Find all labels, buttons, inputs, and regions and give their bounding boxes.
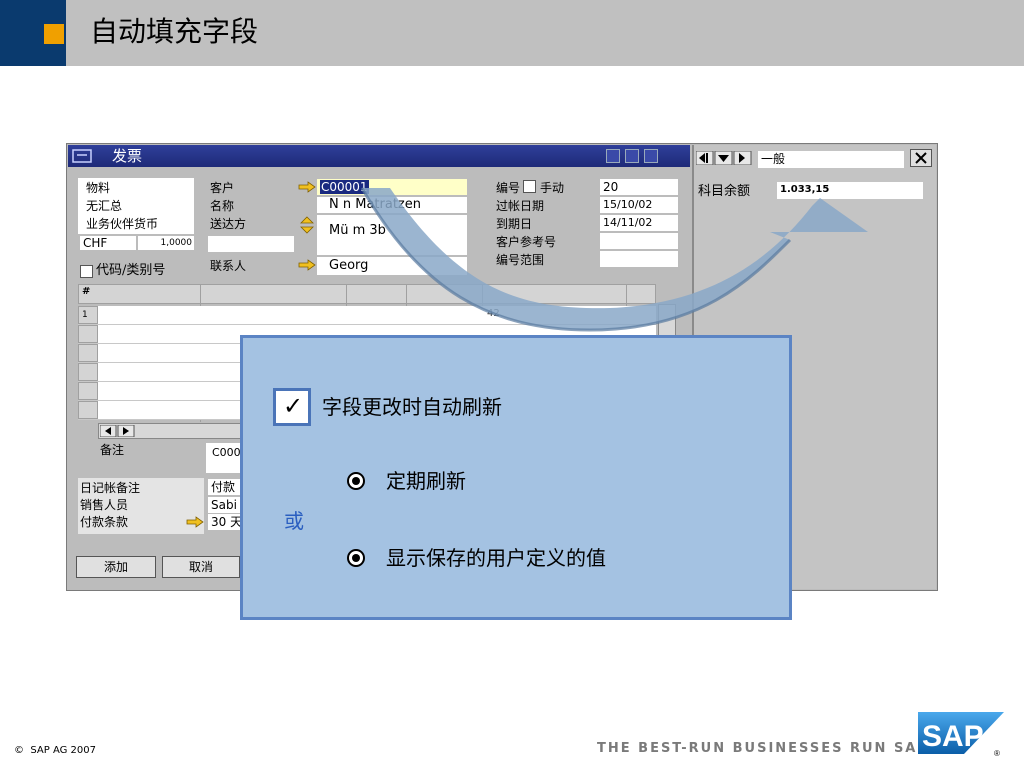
remarks-label: 备注	[100, 443, 125, 457]
exchange-rate-field[interactable]: 1,0000	[138, 236, 194, 250]
scroll-arrows-icon[interactable]	[100, 425, 136, 437]
add-button[interactable]: 添加	[76, 556, 156, 578]
checkmark-icon: ✓	[283, 392, 304, 420]
grid-header-number: #	[82, 286, 91, 297]
code-category-label: 代码/类别号	[96, 263, 166, 278]
contact-label: 联系人	[210, 259, 247, 273]
sap-logo-icon: SAP ®	[918, 712, 1004, 758]
slide-title: 自动填充字段	[90, 15, 259, 48]
row-header[interactable]	[78, 344, 98, 362]
saved-values-radio[interactable]	[347, 549, 365, 567]
periodic-refresh-radio[interactable]	[347, 472, 365, 490]
cancel-button[interactable]: 取消	[162, 556, 240, 578]
nav-arrows-icon[interactable]	[696, 151, 754, 165]
copyright-label: SAP AG 2007	[30, 745, 96, 756]
window-title: 发票	[112, 147, 143, 165]
link-arrow-icon[interactable]	[298, 181, 316, 193]
curved-arrow-icon	[360, 187, 868, 332]
close-button[interactable]	[644, 149, 658, 163]
window-titlebar	[68, 145, 690, 167]
journal-remark-label: 日记帐备注	[80, 481, 141, 495]
minimize-button[interactable]	[606, 149, 620, 163]
ship-to-selector-icon[interactable]	[299, 216, 315, 234]
info-item-material[interactable]: 物料	[86, 180, 110, 196]
ship-to-code-field[interactable]	[208, 236, 294, 252]
name-label: 名称	[210, 199, 235, 213]
or-label: 或	[284, 509, 304, 533]
info-item-bp-currency[interactable]: 业务伙伴货币	[86, 216, 158, 232]
sap-logo-text: SAP	[922, 720, 984, 753]
category-dropdown[interactable]: 一般	[758, 151, 904, 168]
currency-field[interactable]: CHF	[80, 236, 136, 250]
periodic-refresh-label: 定期刷新	[386, 469, 466, 493]
row-header[interactable]	[78, 325, 98, 343]
document-icon	[72, 149, 92, 163]
row-header[interactable]: 1	[78, 306, 98, 324]
journal-remark-field[interactable]: 付款	[208, 479, 242, 495]
maximize-button[interactable]	[625, 149, 639, 163]
sales-employee-label: 销售人员	[80, 498, 129, 512]
row-header[interactable]	[78, 401, 98, 419]
header-orange-square	[44, 24, 64, 44]
copyright-text: © SAP AG 2007	[14, 745, 96, 756]
info-item-no-summary[interactable]: 无汇总	[86, 198, 122, 214]
footer-tagline: THE BEST-RUN BUSINESSES RUN SAP	[597, 741, 929, 756]
close-icon[interactable]	[910, 149, 932, 167]
ship-to-label: 送达方	[210, 217, 247, 231]
contact-link-arrow-icon[interactable]	[298, 259, 316, 271]
customer-label: 客户	[210, 181, 235, 195]
row-header[interactable]	[78, 382, 98, 400]
payment-terms-arrow-icon[interactable]	[186, 516, 204, 528]
row-header[interactable]	[78, 363, 98, 381]
payment-terms-label: 付款条款	[80, 515, 129, 529]
sales-employee-field[interactable]: Sabi	[208, 497, 242, 513]
payment-terms-field[interactable]: 30 天	[208, 514, 242, 530]
svg-text:®: ®	[994, 749, 1000, 758]
saved-values-label: 显示保存的用户定义的值	[386, 546, 606, 570]
code-category-checkbox[interactable]	[80, 265, 93, 278]
auto-refresh-options-panel	[240, 335, 792, 620]
remarks-field[interactable]: C000	[206, 443, 242, 473]
auto-refresh-label: 字段更改时自动刷新	[322, 395, 502, 419]
